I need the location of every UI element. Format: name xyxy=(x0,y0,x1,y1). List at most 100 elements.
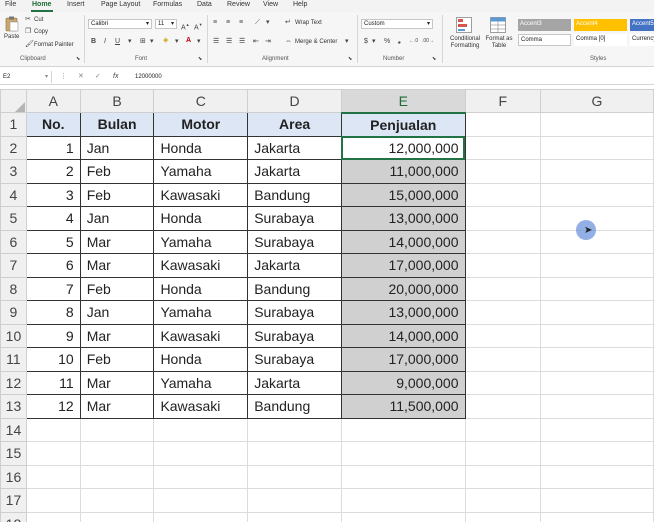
align-middle-icon[interactable]: ≡ xyxy=(226,18,230,27)
increase-font-icon[interactable]: A▲ xyxy=(181,20,190,32)
cell-g18[interactable] xyxy=(539,511,654,522)
tab-review[interactable]: Review xyxy=(227,1,250,8)
cell-e4[interactable]: 15,000,000 xyxy=(340,182,466,207)
cell-b2[interactable]: Jan xyxy=(79,135,155,160)
cell-d4[interactable]: Bandung xyxy=(247,182,342,207)
cell-f18[interactable] xyxy=(464,511,541,522)
cell-e11[interactable]: 17,000,000 xyxy=(340,347,466,372)
cell-f2[interactable] xyxy=(464,135,541,160)
cell-g12[interactable] xyxy=(539,370,654,395)
row-header-4[interactable]: 4 xyxy=(0,182,27,207)
cell-e6[interactable]: 14,000,000 xyxy=(340,229,466,254)
cell-g17[interactable] xyxy=(539,488,654,513)
cell-e3[interactable]: 11,000,000 xyxy=(340,159,466,184)
row-header-12[interactable]: 12 xyxy=(0,370,27,395)
cell-a3[interactable]: 2 xyxy=(25,159,81,184)
column-header-e[interactable]: E xyxy=(340,89,466,114)
cell-a8[interactable]: 7 xyxy=(25,276,81,301)
cell-d13[interactable]: Bandung xyxy=(247,394,342,419)
cell-d14[interactable] xyxy=(247,417,342,442)
font-size-select[interactable]: 11 ▾ xyxy=(155,19,177,29)
row-header-2[interactable]: 2 xyxy=(0,135,27,160)
cell-b4[interactable]: Feb xyxy=(79,182,155,207)
cell-c8[interactable]: Honda xyxy=(153,276,249,301)
header-cell-a[interactable]: No. xyxy=(25,112,81,137)
underline-icon[interactable]: U xyxy=(115,37,120,46)
cell-b7[interactable]: Mar xyxy=(79,253,155,278)
cell-g3[interactable] xyxy=(539,159,654,184)
cell-d16[interactable] xyxy=(247,464,342,489)
cell-d7[interactable]: Jakarta xyxy=(247,253,342,278)
conditional-formatting-button[interactable]: Conditional Formatting xyxy=(447,36,483,50)
column-header-f[interactable]: F xyxy=(464,89,541,113)
formula-input[interactable]: 12000000 xyxy=(135,71,162,83)
tab-help[interactable]: Help xyxy=(293,1,307,8)
cell-g15[interactable] xyxy=(539,441,654,466)
header-cell-c[interactable]: Motor xyxy=(153,112,249,137)
tab-data[interactable]: Data xyxy=(197,1,212,8)
chevron-down-icon[interactable]: ▾ xyxy=(345,37,349,46)
cell-f8[interactable] xyxy=(464,276,541,301)
cell-c6[interactable]: Yamaha xyxy=(153,229,249,254)
cell-c16[interactable] xyxy=(153,464,249,489)
cell-b5[interactable]: Jan xyxy=(79,206,155,231)
cell-c13[interactable]: Kawasaki xyxy=(153,394,249,419)
percent-icon[interactable]: % xyxy=(384,37,390,46)
cell-e9[interactable]: 13,000,000 xyxy=(340,300,466,325)
alignment-launcher-icon[interactable]: ⬊ xyxy=(348,55,352,64)
cell-b18[interactable] xyxy=(79,511,155,522)
style-comma-0[interactable]: Comma [0] xyxy=(574,34,627,46)
cell-d9[interactable]: Surabaya xyxy=(247,300,342,325)
cell-c11[interactable]: Honda xyxy=(153,347,249,372)
cell-g9[interactable] xyxy=(539,300,654,325)
cell-d8[interactable]: Bandung xyxy=(247,276,342,301)
wrap-text-icon[interactable]: ↵ xyxy=(285,18,291,27)
font-launcher-icon[interactable]: ⬊ xyxy=(198,55,202,64)
cell-d2[interactable]: Jakarta xyxy=(247,135,342,160)
row-header-11[interactable]: 11 xyxy=(0,347,27,372)
cell-c15[interactable] xyxy=(153,441,249,466)
cell-e13[interactable]: 11,500,000 xyxy=(340,394,466,419)
cell-a15[interactable] xyxy=(25,441,81,466)
cell-f11[interactable] xyxy=(464,347,541,372)
conditional-formatting-icon[interactable] xyxy=(456,17,472,33)
cell-b6[interactable]: Mar xyxy=(79,229,155,254)
cell-b13[interactable]: Mar xyxy=(79,394,155,419)
cell-e7[interactable]: 17,000,000 xyxy=(340,253,466,278)
cell-b10[interactable]: Mar xyxy=(79,323,155,348)
merge-center-icon[interactable]: ⇔ xyxy=(285,37,292,46)
cell-g16[interactable] xyxy=(539,464,654,489)
column-header-b[interactable]: B xyxy=(79,89,155,113)
select-all-corner[interactable] xyxy=(0,89,27,113)
cell-b11[interactable]: Feb xyxy=(79,347,155,372)
cell-f7[interactable] xyxy=(464,253,541,278)
tab-view[interactable]: View xyxy=(263,1,278,8)
cell-b16[interactable] xyxy=(79,464,155,489)
cell-a11[interactable]: 10 xyxy=(25,347,81,372)
style-accent5[interactable]: Accent5 xyxy=(630,19,654,31)
align-bottom-icon[interactable]: ≡ xyxy=(239,18,243,27)
cell-c7[interactable]: Kawasaki xyxy=(153,253,249,278)
chevron-down-icon[interactable]: ▾ xyxy=(128,37,132,46)
cell-d5[interactable]: Surabaya xyxy=(247,206,342,231)
increase-decimal-icon[interactable]: ←.0 xyxy=(409,37,418,46)
cell-b12[interactable]: Mar xyxy=(79,370,155,395)
cell-g5[interactable] xyxy=(539,206,654,231)
cell-c18[interactable] xyxy=(153,511,249,522)
copy-button[interactable]: Copy xyxy=(34,29,48,35)
cell-e16[interactable] xyxy=(340,464,466,489)
cell-g7[interactable] xyxy=(539,253,654,278)
tab-page-layout[interactable]: Page Layout xyxy=(101,1,140,8)
style-comma[interactable]: Comma xyxy=(518,34,571,46)
cell-c2[interactable]: Honda xyxy=(153,135,249,160)
cell-c14[interactable] xyxy=(153,417,249,442)
cell-c9[interactable]: Yamaha xyxy=(153,300,249,325)
cell-a14[interactable] xyxy=(25,417,81,442)
cell-b14[interactable] xyxy=(79,417,155,442)
cut-button[interactable]: Cut xyxy=(34,17,43,23)
cell-e17[interactable] xyxy=(340,488,466,513)
cell-g10[interactable] xyxy=(539,323,654,348)
cell-f14[interactable] xyxy=(464,417,541,442)
cell-e14[interactable] xyxy=(340,417,466,442)
cell-f13[interactable] xyxy=(464,394,541,419)
